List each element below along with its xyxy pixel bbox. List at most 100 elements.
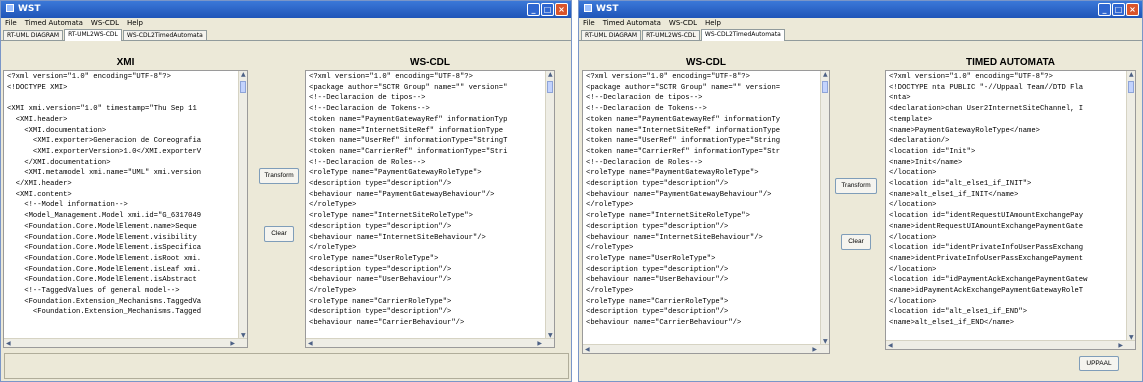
code-line: <roleType name="InternetSiteRoleType">	[309, 212, 473, 221]
code-line: <behaviour name="PaymentGatewayBehaviour…	[309, 190, 495, 199]
menu-bar: File Timed Automata WS-CDL Help	[1, 18, 571, 29]
code-line: <XMI.exporter>Generacion de Coreografia	[7, 137, 202, 146]
code-line: <?xml version="1.0" encoding="UTF-8"?>	[889, 73, 1053, 81]
clear-button[interactable]: Clear	[264, 226, 294, 242]
code-line: <!--Declaracion de Tokens-->	[586, 105, 707, 114]
timed-automata-text-area[interactable]: <?xml version="1.0" encoding="UTF-8"?> <!…	[885, 70, 1136, 350]
code-line: <!--Declaracion de tipos-->	[586, 94, 703, 103]
menu-timed-automata[interactable]: Timed Automata	[603, 19, 661, 27]
tab-ws-cdl2timedautomata[interactable]: WS-CDL2TimedAutomata	[122, 30, 207, 40]
code-line: <!--TaggedValues of general model-->	[7, 287, 180, 296]
vertical-scrollbar[interactable]: ▲ ▼	[545, 71, 554, 339]
tab-rt-uml-diagram[interactable]: RT-UML DIAGRAM	[3, 30, 64, 40]
code-line: <declaration/>	[889, 137, 950, 146]
code-line: <name>alt_else1_if_END</name>	[889, 319, 1015, 328]
wst-window-1: WST _ □ × File Timed Automata WS-CDL Help R…	[0, 0, 572, 382]
code-line: <Foundation.Extension_Mechanisms.Tagged	[7, 308, 202, 317]
code-line: <Foundation.Core.ModelElement.isAbstract	[7, 276, 197, 285]
code-line: <XMI xmi.version="1.0" timestamp="Thu Se…	[7, 105, 197, 114]
horizontal-scrollbar[interactable]: ◀ ▶	[886, 340, 1135, 349]
code-line: <roleType name="UserRoleType">	[309, 254, 439, 263]
transform-button[interactable]: Transform	[259, 168, 299, 184]
code-line: <description type="description"/>	[586, 265, 729, 274]
code-line: <template>	[889, 115, 933, 124]
tab-bar: RT-UML DIAGRAM RT-UML2WS-CDL WS-CDL2Time…	[579, 29, 1142, 41]
vertical-scrollbar[interactable]: ▲ ▼	[238, 71, 247, 339]
code-line: <name>identPrivateInfoUserPassExchangePa…	[889, 254, 1084, 263]
menu-file[interactable]: File	[5, 19, 17, 27]
minimize-icon[interactable]: _	[527, 3, 540, 16]
ws-cdl-panel-title: WS-CDL	[410, 57, 450, 68]
code-line: </XMI.documentation>	[7, 158, 111, 167]
horizontal-scrollbar[interactable]: ◀ ▶	[306, 338, 554, 347]
xmi-panel-title: XMI	[116, 57, 135, 68]
code-line: <description type="description"/>	[586, 180, 729, 189]
app-icon	[6, 4, 14, 12]
code-line: <behaviour name="InternetSiteBehaviour"/…	[309, 233, 486, 242]
wst-window-2: WST _ □ × File Timed Automata WS-CDL Help R…	[578, 0, 1143, 382]
title-bar[interactable]: WST _ □ ×	[1, 1, 571, 18]
code-line: <!--Model information-->	[7, 201, 128, 210]
code-line: <token name="PaymentGatewayRef" informat…	[586, 115, 781, 124]
vertical-scrollbar[interactable]: ▲ ▼	[820, 71, 829, 345]
code-line: <Foundation.Core.ModelElement.isSpecific…	[7, 244, 202, 253]
code-line: <package author="SCTR Group" name="" ver…	[586, 83, 781, 92]
code-line: <location id="alt_else1_if_INIT">	[889, 180, 1032, 189]
bottom-area	[4, 353, 569, 379]
code-line: <XMI.documentation>	[7, 126, 107, 135]
code-line: <Foundation.Core.ModelElement.isRoot xmi…	[7, 254, 202, 263]
code-line: </roleType>	[586, 244, 634, 253]
close-icon[interactable]: ×	[555, 3, 568, 16]
menu-timed-automata[interactable]: Timed Automata	[25, 19, 83, 27]
maximize-icon[interactable]: □	[541, 3, 554, 16]
code-line: <description type="description"/>	[309, 222, 452, 231]
code-line: <declaration>chan User2InternetSiteChann…	[889, 105, 1084, 114]
app-icon	[584, 4, 592, 12]
horizontal-scrollbar[interactable]: ◀ ▶	[583, 344, 829, 353]
code-line: <behaviour name="CarrierBehaviour"/>	[586, 319, 742, 328]
ws-cdl-text-area[interactable]: <?xml version="1.0" encoding="UTF-8"?> <p…	[305, 70, 555, 348]
code-line: <behaviour name="CarrierBehaviour"/>	[309, 319, 465, 328]
code-line: <description type="description"/>	[309, 265, 452, 274]
vertical-scrollbar[interactable]: ▲ ▼	[1126, 71, 1135, 341]
tab-rt-uml2ws-cdl[interactable]: RT-UML2WS-CDL	[64, 29, 122, 41]
tab-rt-uml2ws-cdl[interactable]: RT-UML2WS-CDL	[642, 30, 700, 40]
code-line: <Foundation.Core.ModelElement.visibility	[7, 233, 197, 242]
code-line: <name>PaymentGatewayRoleType</name>	[889, 126, 1040, 135]
title-bar[interactable]: WST _ □ ×	[579, 1, 1142, 18]
code-line: <token name="CarrierRef" informationType…	[309, 147, 508, 156]
minimize-icon[interactable]: _	[1098, 3, 1111, 16]
code-line: <XMI.header>	[7, 115, 68, 124]
code-line: <?xml version="1.0" encoding="UTF-8"?>	[586, 73, 750, 81]
tab-ws-cdl2timedautomata[interactable]: WS-CDL2TimedAutomata	[700, 29, 785, 41]
horizontal-scrollbar[interactable]: ◀ ▶	[4, 338, 247, 347]
code-line: <token name="UserRef" informationType="S…	[309, 137, 508, 146]
code-line: <token name="PaymentGatewayRef" informat…	[309, 115, 508, 124]
code-line: </roleType>	[309, 244, 357, 253]
uppaal-button[interactable]: UPPAAL	[1079, 356, 1119, 371]
transform-button[interactable]: Transform	[835, 178, 877, 194]
code-line: <Foundation.Core.ModelElement.isLeaf xmi…	[7, 265, 202, 274]
menu-help[interactable]: Help	[127, 19, 143, 27]
code-line: <Foundation.Extension_Mechanisms.TaggedV…	[7, 297, 202, 306]
code-line: <roleType name="UserRoleType">	[586, 254, 716, 263]
code-line: <name>identRequestUIAmountExchangePaymen…	[889, 222, 1084, 231]
xmi-text-area[interactable]: <?xml version="1.0" encoding="UTF-8"?> <!…	[3, 70, 248, 348]
window-title: WST	[18, 4, 41, 14]
menu-help[interactable]: Help	[705, 19, 721, 27]
menu-file[interactable]: File	[583, 19, 595, 27]
clear-button[interactable]: Clear	[841, 234, 871, 250]
tab-rt-uml-diagram[interactable]: RT-UML DIAGRAM	[581, 30, 642, 40]
code-line: <roleType name="CarrierRoleType">	[586, 297, 729, 306]
close-icon[interactable]: ×	[1126, 3, 1139, 16]
code-line: <behaviour name="PaymentGatewayBehaviour…	[586, 190, 772, 199]
ws-cdl-text-area[interactable]: <?xml version="1.0" encoding="UTF-8"?> <p…	[582, 70, 830, 354]
code-line: <location id="idPaymentAckExchangePaymen…	[889, 276, 1088, 285]
menu-ws-cdl[interactable]: WS-CDL	[91, 19, 119, 27]
code-line: <XMI.metamodel xmi.name="UML" xmi.versio…	[7, 169, 202, 178]
maximize-icon[interactable]: □	[1112, 3, 1125, 16]
code-line: </location>	[889, 201, 937, 210]
menu-ws-cdl[interactable]: WS-CDL	[669, 19, 697, 27]
code-line: <package author="SCTR Group" name="" ver…	[309, 83, 508, 92]
window-title: WST	[596, 4, 619, 14]
